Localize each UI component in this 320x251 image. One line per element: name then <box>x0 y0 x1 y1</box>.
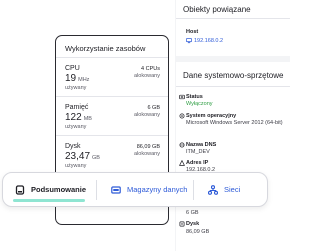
divider <box>56 96 168 97</box>
host-label: Host <box>186 29 199 35</box>
disk-allocated-caption: alokowany <box>134 151 160 157</box>
disk-allocated-value: 86,09 GB <box>136 144 160 150</box>
disk-used-value: 23,47 GB <box>65 151 100 162</box>
memory-allocated-value: 6 GB <box>147 105 160 111</box>
cpu-allocated-value: 4 CPUs <box>141 66 160 72</box>
host-link[interactable]: 192.168.0.2 <box>194 38 294 45</box>
os-icon <box>179 113 185 119</box>
divider <box>176 18 290 19</box>
status-icon <box>179 94 185 100</box>
tab-label: Magazyny danych <box>127 185 188 194</box>
memory-used-caption: używany <box>65 124 87 130</box>
datastore-icon <box>111 185 121 194</box>
dns-icon <box>179 142 185 148</box>
resource-usage-title: Wykorzystanie zasobów <box>65 44 146 53</box>
dns-label: Nazwa DNS <box>186 142 217 148</box>
disk-icon <box>179 221 185 227</box>
status-label: Status <box>186 94 203 100</box>
cpu-label: CPU <box>65 65 80 72</box>
os-label: System operacyjny <box>186 113 237 119</box>
divider <box>56 57 168 58</box>
system-data-title: Dane systemowo-sprzętowe <box>183 71 284 80</box>
os-value: Microsoft Windows Server 2012 (64-bit) <box>186 120 283 126</box>
divider <box>96 180 97 200</box>
divider <box>176 86 290 87</box>
disk-label: Dysk <box>65 143 81 150</box>
disk-used-caption: używany <box>65 163 87 169</box>
related-objects-title: Obiekty powiązane <box>183 5 251 14</box>
disk-value: 86,09 GB <box>186 229 210 235</box>
tab-label: Sieci <box>224 185 241 194</box>
active-tab-indicator <box>13 199 85 202</box>
dns-value: ITM_DEV <box>186 149 210 155</box>
tab-label: Podsumowanie <box>31 185 87 194</box>
ip-address-icon <box>179 160 185 166</box>
memory-value: 6 GB <box>186 210 199 216</box>
ip-label: Adres IP <box>186 160 209 166</box>
network-icon <box>208 184 218 195</box>
host-icon <box>186 38 192 44</box>
disk-label: Dysk <box>186 221 200 227</box>
memory-label: Pamięć <box>65 104 89 111</box>
cpu-used-value: 19 MHz <box>65 73 90 84</box>
status-value: Wyłączony <box>186 101 213 107</box>
cpu-allocated-caption: alokowany <box>134 73 160 79</box>
tab-bar: Podsumowanie Magazyny danych Sieci <box>2 172 268 207</box>
divider <box>56 135 168 136</box>
tab-datastores[interactable]: Magazyny danych <box>111 173 187 206</box>
divider <box>193 180 194 200</box>
tab-networks[interactable]: Sieci <box>208 173 240 206</box>
server-icon <box>15 184 25 195</box>
memory-used-value: 122 MB <box>65 112 92 123</box>
memory-allocated-caption: alokowany <box>134 112 160 118</box>
cpu-used-caption: używany <box>65 85 87 91</box>
